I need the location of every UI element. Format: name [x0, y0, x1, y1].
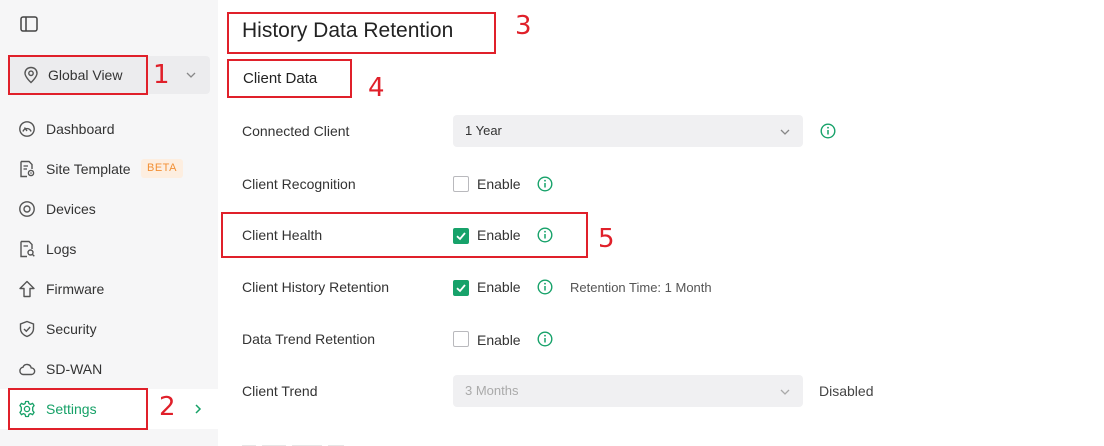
chevron-down-icon: [779, 385, 791, 397]
sidebar-item-dashboard[interactable]: Dashboard: [0, 109, 218, 149]
info-icon[interactable]: [820, 123, 836, 139]
chevron-right-icon: [192, 402, 204, 416]
sidebar-item-label: Site Template: [46, 161, 131, 177]
annotation-box-3: [227, 12, 496, 54]
sidebar-item-devices[interactable]: Devices: [0, 189, 218, 229]
info-icon[interactable]: [537, 331, 553, 347]
devices-target-icon: [18, 200, 36, 218]
document-settings-icon: [18, 160, 36, 178]
annotation-number-3: 3: [515, 11, 532, 41]
info-icon[interactable]: [537, 279, 553, 295]
sidebar-item-firmware[interactable]: Firmware: [0, 269, 218, 309]
client-trend-status: Disabled: [819, 383, 874, 399]
connected-client-label: Connected Client: [242, 123, 350, 139]
chevron-down-icon: [184, 68, 198, 82]
upload-arrow-icon: [18, 280, 36, 298]
client-history-retention-label: Client History Retention: [242, 279, 390, 295]
client-trend-label: Client Trend: [242, 383, 318, 399]
sidebar-item-label: Devices: [46, 201, 96, 217]
data-trend-retention-enable-label[interactable]: Enable: [477, 332, 521, 348]
annotation-number-2: 2: [159, 392, 176, 422]
beta-badge: BETA: [141, 159, 183, 178]
annotation-number-1: 1: [153, 60, 170, 90]
client-recognition-checkbox[interactable]: [453, 176, 469, 192]
info-icon[interactable]: [537, 176, 553, 192]
shield-icon: [18, 320, 36, 338]
sidebar-collapse-icon[interactable]: [20, 16, 38, 32]
sidebar-item-label: Logs: [46, 241, 77, 257]
data-trend-retention-checkbox[interactable]: [453, 331, 469, 347]
sidebar-item-label: Firmware: [46, 281, 105, 297]
annotation-box-1: [8, 55, 148, 95]
cloud-icon: [18, 360, 36, 378]
client-trend-select[interactable]: 3 Months: [453, 375, 803, 407]
client-history-retention-checkbox[interactable]: [453, 280, 469, 296]
client-history-retention-enable-label[interactable]: Enable: [477, 279, 521, 295]
sidebar-item-label: Dashboard: [46, 121, 115, 137]
annotation-number-5: 5: [598, 224, 615, 254]
cut-off-content: [242, 436, 362, 446]
sidebar-item-sd-wan[interactable]: SD-WAN: [0, 349, 218, 389]
sidebar-item-label: SD-WAN: [46, 361, 103, 377]
sidebar-item-logs[interactable]: Logs: [0, 229, 218, 269]
annotation-box-2: [8, 388, 148, 430]
sidebar-item-site-template[interactable]: Site Template BETA: [0, 149, 218, 189]
select-value: 1 Year: [465, 123, 502, 138]
chevron-down-icon: [779, 125, 791, 137]
sidebar-item-security[interactable]: Security: [0, 309, 218, 349]
retention-time-text: Retention Time: 1 Month: [570, 280, 712, 295]
annotation-box-5: [221, 212, 588, 258]
data-trend-retention-label: Data Trend Retention: [242, 331, 376, 347]
logs-document-icon: [18, 240, 36, 258]
annotation-box-4: [227, 59, 352, 98]
client-recognition-enable-label[interactable]: Enable: [477, 176, 521, 192]
sidebar-item-label: Security: [46, 321, 97, 337]
annotation-number-4: 4: [368, 73, 385, 103]
select-value: 3 Months: [465, 383, 519, 398]
connected-client-select[interactable]: 1 Year: [453, 115, 803, 147]
dashboard-gauge-icon: [18, 120, 36, 138]
client-recognition-label: Client Recognition: [242, 176, 356, 192]
